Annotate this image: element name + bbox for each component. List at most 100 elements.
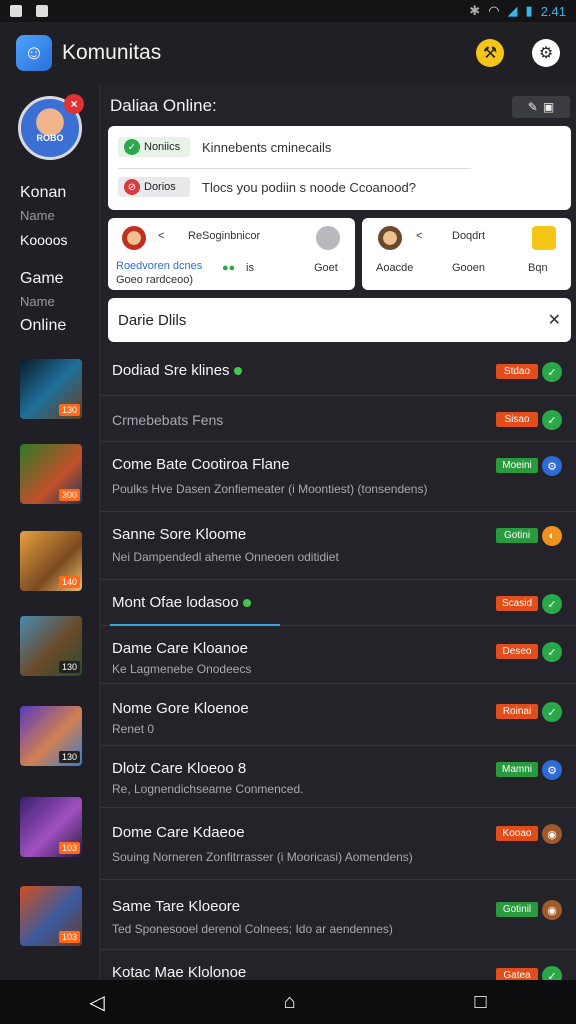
row-title: Kotac Mae Klolonoe [112, 964, 247, 981]
friend-link[interactable]: Roedvoren dcnes [116, 260, 202, 272]
friend-sub: Goeo rardceoo) [116, 274, 194, 286]
game-thumbnail[interactable]: 130 [20, 706, 82, 766]
tools-icon[interactable] [316, 226, 340, 250]
sidebar-label[interactable]: Konan [20, 184, 66, 202]
status-bar: ✱ ◠ ◢ ▮ 2.41 [0, 0, 576, 22]
battery-icon: ▮ [525, 3, 533, 18]
sidebar-label: Name [20, 208, 55, 223]
row-subtitle: Crmebebats Fens [112, 412, 224, 428]
friend-name: Doqdrt [452, 230, 486, 242]
list-item[interactable]: Dome Care Kdaeoe Souing Norneren Zonfitr… [100, 808, 576, 880]
check-icon[interactable]: ✓ [542, 702, 562, 722]
list-item[interactable]: Dodiad Sre klines Stdao ✓ [100, 350, 576, 396]
row-title: Dame Care Kloanoe [112, 640, 248, 657]
game-badge: 103 [58, 842, 80, 854]
game-badge: 300 [58, 489, 80, 501]
avatar-icon[interactable]: ◉ [542, 824, 562, 844]
row-subtitle: Poulks Hve Dasen Zonfiemeater (i Moontie… [112, 482, 428, 496]
game-badge: 130 [58, 661, 80, 673]
search-field[interactable]: Darie Dlils ✕ [108, 298, 571, 342]
notification-row[interactable]: ✓ Noniics Kinnebents cminecails [118, 132, 331, 162]
chevron-left-icon[interactable]: < [416, 230, 422, 242]
status-chip: Moeini [496, 458, 538, 473]
row-title: Nome Gore Kloenoe [112, 700, 249, 717]
profile-avatar[interactable]: ROBO × [18, 94, 84, 160]
row-subtitle: Ted Sponesooel derenol Colnees; Ido ar a… [112, 922, 393, 936]
list-item[interactable]: Same Tare Kloeore Ted Sponesooel derenol… [100, 880, 576, 950]
game-thumbnail[interactable]: 103 [20, 797, 82, 857]
edit-icon[interactable]: ✎ [528, 100, 538, 114]
section-heading: Daliaa Online: [110, 96, 217, 115]
avatar-icon[interactable]: ◉ [542, 900, 562, 920]
heart-icon[interactable] [532, 226, 556, 250]
online-indicator [233, 367, 242, 376]
check-icon[interactable]: ✓ [542, 410, 562, 430]
online-indicator [242, 599, 251, 608]
check-icon[interactable]: ✓ [542, 362, 562, 382]
settings-icon[interactable]: ⚙ [542, 760, 562, 780]
image-icon[interactable]: ▣ [543, 100, 554, 114]
row-title: Dodiad Sre klines [112, 362, 230, 379]
list-item[interactable]: Nome Gore Kloenoe Renet 0 Roinai ✓ [100, 684, 576, 746]
friend-card[interactable]: < ReSoginbnicor Roedvoren dcnes Goeo rar… [108, 218, 355, 290]
game-badge: 140 [58, 576, 80, 588]
sidebar-label[interactable]: Game [20, 270, 64, 288]
settings-icon[interactable]: ⚙ [542, 456, 562, 476]
list-item[interactable]: Sanne Sore Kloome Nei Dampendedl aheme O… [100, 512, 576, 580]
recent-apps-icon[interactable]: □ [474, 991, 486, 1014]
list-item[interactable]: Dlotz Care Kloeoo 8 Re, Lognendichseame … [100, 746, 576, 808]
game-badge: 130 [58, 404, 80, 416]
check-icon[interactable]: ✓ [542, 594, 562, 614]
close-icon[interactable]: ✕ [548, 310, 561, 330]
back-icon[interactable]: ◁ [89, 990, 104, 1015]
sun-icon[interactable]: ◐ [542, 526, 562, 546]
friend-col: Gooen [452, 262, 486, 274]
game-thumbnail[interactable]: 300 [20, 444, 82, 504]
friend-avatar [122, 226, 146, 250]
tools-icon[interactable]: ⚒ [476, 39, 504, 67]
notification-text: Kinnebents cminecails [202, 139, 332, 155]
friend-col: Bqn [528, 262, 548, 274]
status-chip: Scasid [496, 596, 538, 611]
signal-icon: ◢ [507, 3, 518, 18]
notification-text: Tlocs you podiin s noode Ccoanood? [202, 179, 416, 195]
notification-row[interactable]: ⊘ Dorios Tlocs you podiin s noode Ccoano… [118, 172, 416, 202]
section-tools[interactable]: ✎ ▣ [512, 96, 570, 118]
friend-avatar [378, 226, 402, 250]
check-icon[interactable]: ✓ [542, 642, 562, 662]
row-title: Dlotz Care Kloeoo 8 [112, 760, 247, 777]
list-item[interactable]: Come Bate Cootiroa Flane Poulks Hve Dase… [100, 442, 576, 512]
row-title: Same Tare Kloeore [112, 898, 241, 915]
list-item[interactable]: Kotac Mae Klolonoe Gatea ✓ [100, 950, 576, 986]
game-thumbnail[interactable]: 103 [20, 886, 82, 946]
image-notification-icon [36, 5, 48, 17]
row-title: Come Bate Cootiroa Flane [112, 456, 290, 473]
status-chip: Gotini [496, 528, 538, 543]
sidebar-label: Name [20, 294, 55, 309]
main-content: Daliaa Online: ✎ ▣ ✓ Noniics Kinnebents … [100, 84, 576, 986]
list-item[interactable]: Dame Care Kloanoe Ke Lagmenebe Onodeecs … [100, 626, 576, 684]
friend-count: is [246, 262, 254, 274]
status-pill: ⊘ Dorios [118, 177, 190, 197]
home-icon[interactable]: ⌂ [284, 991, 296, 1014]
status-chip: Sisao [496, 412, 538, 427]
game-thumbnail[interactable]: 130 [20, 359, 82, 419]
settings-gear-icon[interactable]: ⚙ [532, 39, 560, 67]
search-input[interactable]: Darie Dlils [118, 312, 186, 329]
list-item[interactable]: Crmebebats Fens Sisao ✓ [100, 396, 576, 442]
sidebar: ROBO × Konan Name Koooos Game Name Onlin… [0, 84, 100, 980]
app-logo-icon[interactable]: ☺ [16, 35, 52, 71]
chevron-left-icon[interactable]: < [158, 230, 164, 242]
game-thumbnail[interactable]: 140 [20, 531, 82, 591]
friend-name: ReSoginbnicor [188, 230, 261, 242]
friend-card[interactable]: < Doqdrt Aoacde Gooen Bqn [362, 218, 571, 290]
status-chip: Deseo [496, 644, 538, 659]
friend-right: Goet [314, 262, 338, 274]
game-thumbnail[interactable]: 130 [20, 616, 82, 676]
sidebar-label[interactable]: Koooos [20, 232, 67, 248]
row-subtitle: Nei Dampendedl aheme Onneoen oditidiet [112, 550, 339, 564]
close-icon[interactable]: × [64, 94, 84, 114]
sidebar-label[interactable]: Online [20, 317, 66, 335]
list-item[interactable]: Mont Ofae lodasoo Scasid ✓ [100, 580, 576, 626]
status-pill-label: Noniics [144, 141, 181, 153]
